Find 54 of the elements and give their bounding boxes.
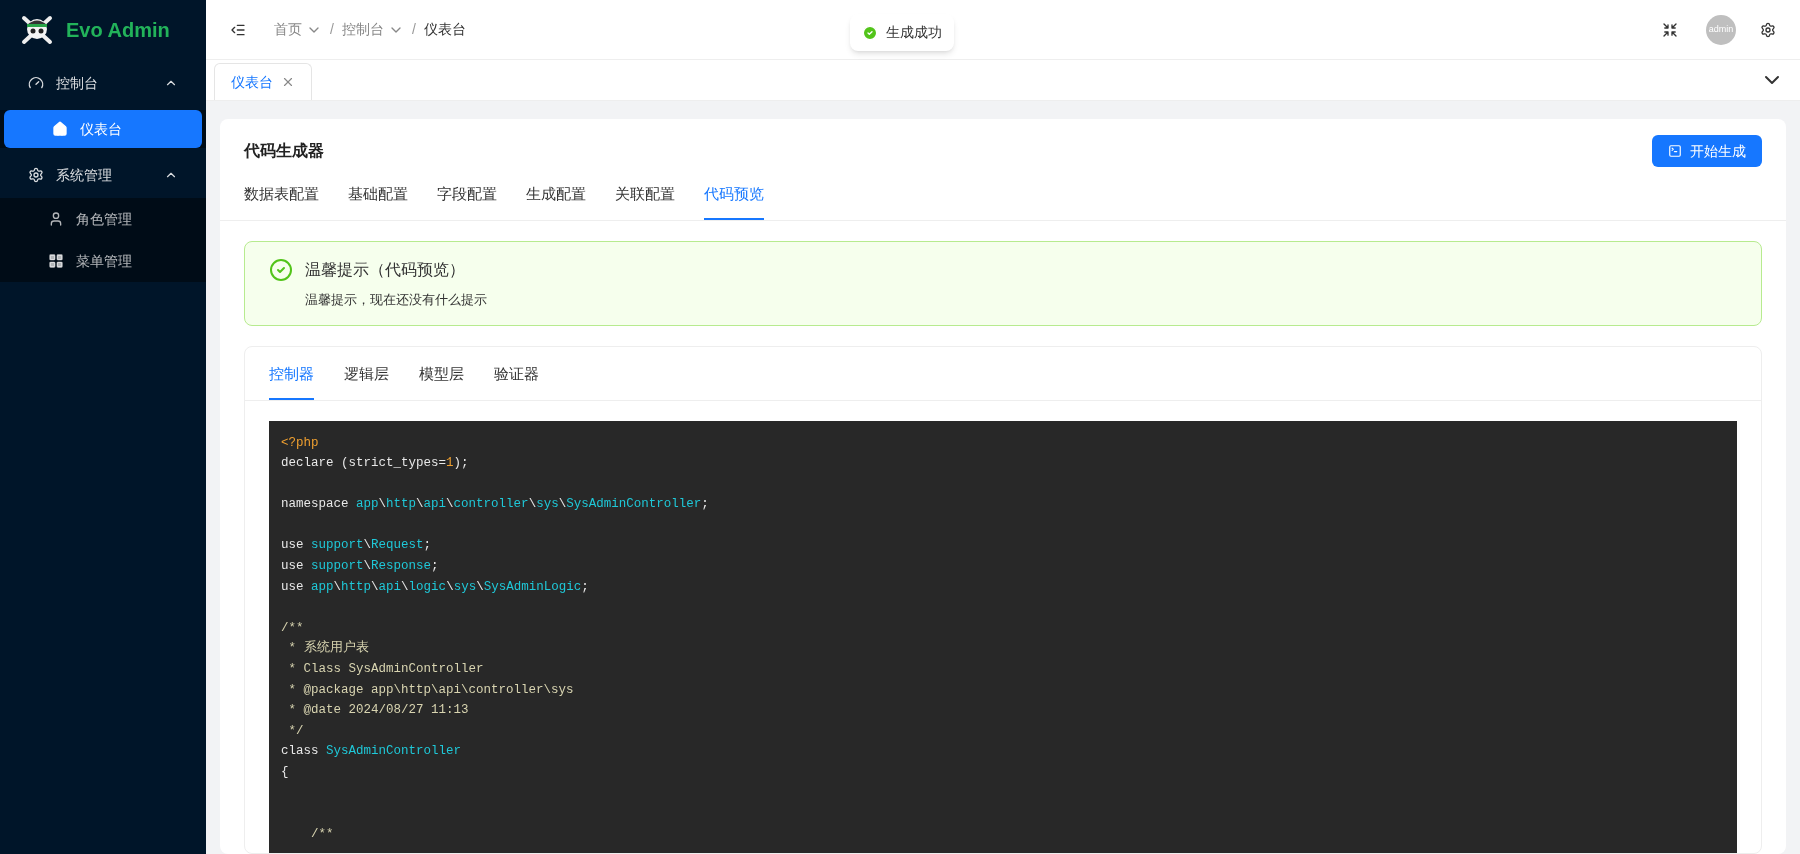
code-line: * Class SysAdminController xyxy=(287,661,485,679)
sidebar-item[interactable]: 仪表台 xyxy=(4,110,202,148)
alert-description: 温馨提示，现在还没有什么提示 xyxy=(305,290,487,309)
tab[interactable]: 生成配置 xyxy=(526,179,586,220)
code-line: declare (strict_types=1); xyxy=(281,455,470,473)
code-line: namespace app\http\api\controller\sys\SysAdminController; xyxy=(281,496,710,514)
grid-icon xyxy=(48,253,64,269)
success-icon xyxy=(862,24,878,41)
code-line: */ xyxy=(287,722,305,740)
tab[interactable]: 关联配置 xyxy=(615,179,675,220)
tab[interactable]: 字段配置 xyxy=(437,179,497,220)
card-title: 代码生成器 xyxy=(244,141,324,161)
user-icon xyxy=(48,211,64,227)
sidebar-group[interactable]: 系统管理 xyxy=(0,152,206,198)
settings-icon xyxy=(28,167,44,183)
code-tab[interactable]: 模型层 xyxy=(419,363,464,400)
code-line: class SysAdminController xyxy=(281,743,463,761)
close-icon[interactable] xyxy=(281,75,295,89)
sidebar-item[interactable]: 角色管理 xyxy=(0,198,206,240)
code-line: use support\Request; xyxy=(281,537,433,555)
tab[interactable]: 代码预览 xyxy=(704,179,764,220)
tab[interactable]: 基础配置 xyxy=(348,179,408,220)
settings-icon[interactable] xyxy=(1760,21,1776,38)
code-tab[interactable]: 控制器 xyxy=(269,363,314,400)
breadcrumb-link[interactable]: 仪表台 xyxy=(423,19,466,40)
code-line: * @date 2024/08/27 11:13 xyxy=(287,702,470,720)
tab[interactable]: 数据表配置 xyxy=(244,179,319,220)
generate-button[interactable]: 开始生成 xyxy=(1652,135,1762,167)
breadcrumb-separator: / xyxy=(330,20,334,39)
code-line: use app\http\api\logic\sys\SysAdminLogic; xyxy=(281,578,590,596)
code-line: /** xyxy=(281,619,305,637)
skull-logo-icon xyxy=(20,14,54,46)
gauge-icon xyxy=(28,75,44,91)
page-tab[interactable]: 仪表台 xyxy=(214,63,312,100)
exit-fullscreen-icon[interactable] xyxy=(1662,21,1678,38)
breadcrumb-separator: / xyxy=(411,20,416,39)
home-icon xyxy=(52,121,68,137)
check-circle-icon xyxy=(269,257,293,282)
toast-message: 生成成功 xyxy=(886,23,942,42)
code-line: * @package app\http\api\controller\sys xyxy=(287,681,575,699)
code-tab[interactable]: 验证器 xyxy=(494,363,539,400)
code-line: { xyxy=(281,764,290,781)
code-line: <?php xyxy=(281,434,320,452)
code-tab[interactable]: 逻辑层 xyxy=(344,363,389,400)
breadcrumb-link[interactable]: 控制台 xyxy=(341,19,404,40)
terminal-icon xyxy=(1668,144,1682,158)
code-line: * 系统用户表 xyxy=(287,639,370,658)
sidebar-group[interactable]: 控制台 xyxy=(0,60,206,106)
code-line: /** xyxy=(310,825,335,843)
alert-title: 温馨提示（代码预览） xyxy=(305,259,466,280)
breadcrumb-link[interactable]: 首页 xyxy=(274,19,322,40)
sidebar-item[interactable]: 菜单管理 xyxy=(0,240,206,282)
code-line: use support\Response; xyxy=(281,558,440,576)
brand-name: Evo Admin xyxy=(66,18,170,43)
